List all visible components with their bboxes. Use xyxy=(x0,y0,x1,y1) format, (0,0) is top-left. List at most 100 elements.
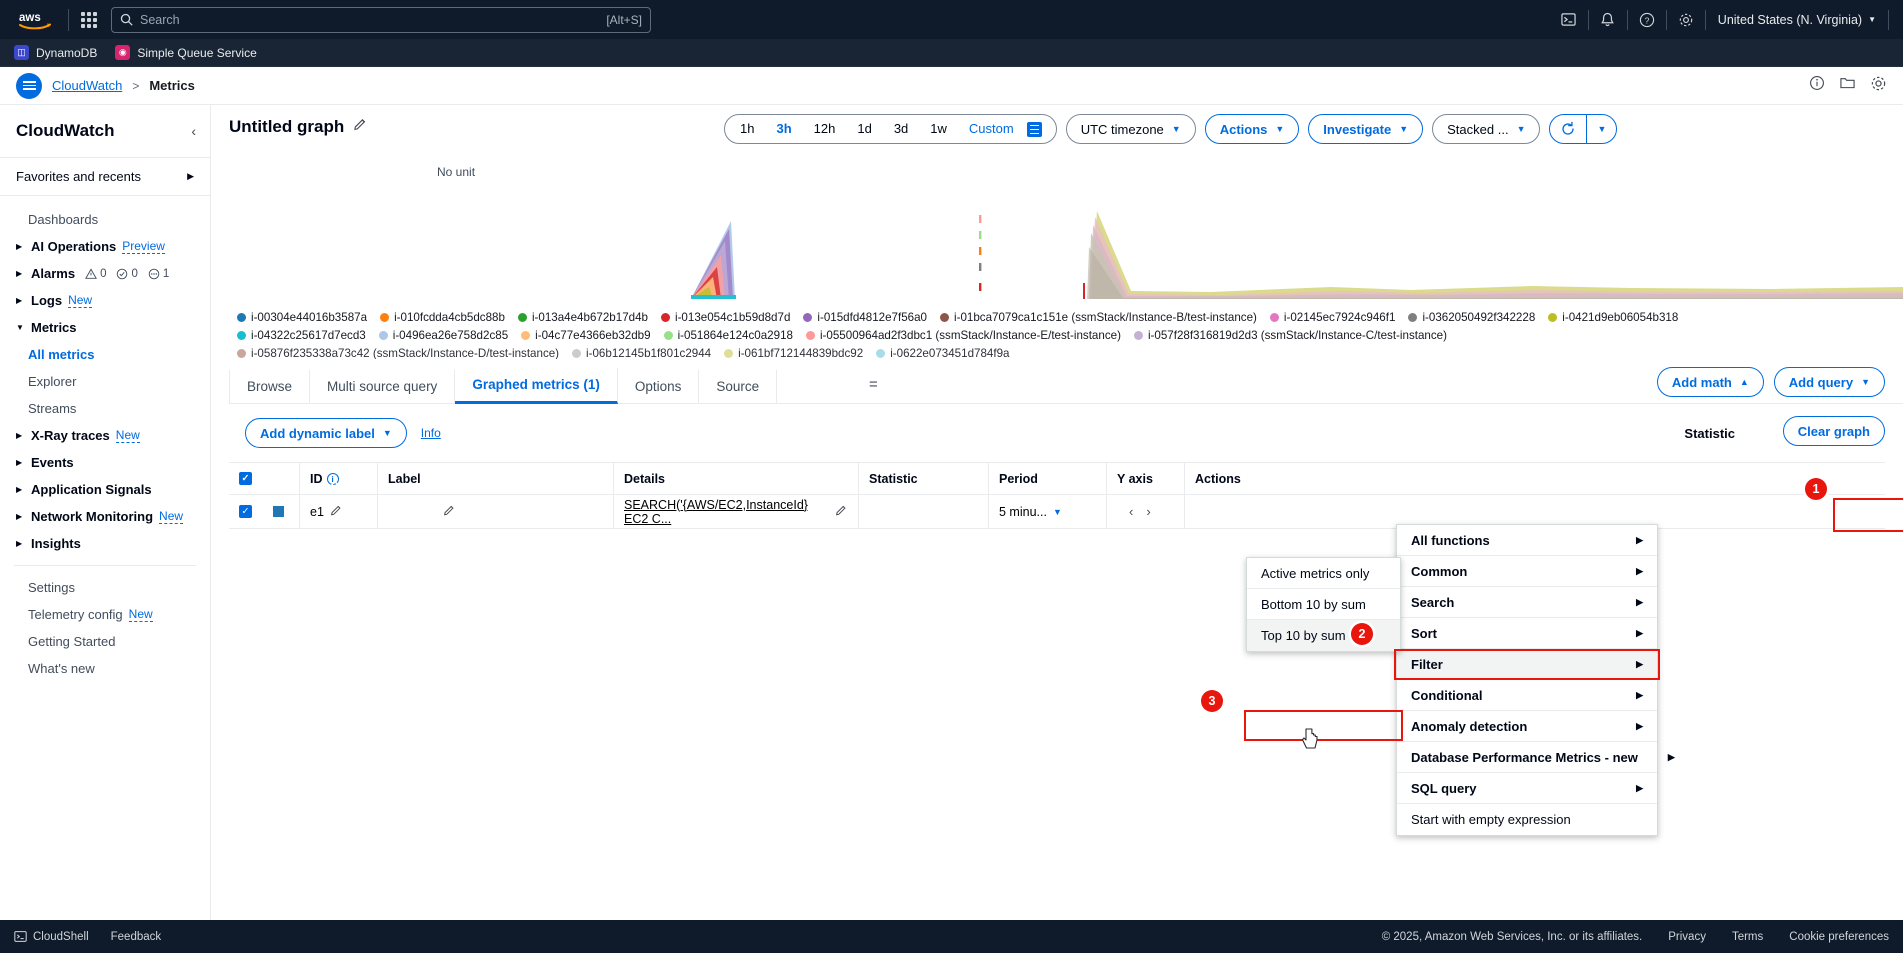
feedback-link[interactable]: Feedback xyxy=(111,931,162,943)
sidebar-item-xray-traces[interactable]: ▶ X-Ray traces New xyxy=(0,422,210,449)
menu-item-sql-query[interactable]: SQL query ▶ xyxy=(1397,773,1657,804)
time-range-1d[interactable]: 1d xyxy=(846,115,882,143)
clear-graph-button[interactable]: Clear graph xyxy=(1783,416,1885,446)
settings-icon[interactable] xyxy=(1667,0,1705,39)
row-statistic-cell[interactable] xyxy=(858,495,988,528)
chevron-left-icon[interactable]: ‹ xyxy=(191,123,196,139)
sidebar-item-explorer[interactable]: Explorer xyxy=(0,368,210,395)
legend-item[interactable]: i-00304e44016b3587a xyxy=(237,311,367,324)
add-query-button[interactable]: Add query ▼ xyxy=(1774,367,1885,397)
menu-item-database-performance-metrics[interactable]: Database Performance Metrics - new ▶ xyxy=(1397,742,1657,773)
time-range-1w[interactable]: 1w xyxy=(919,115,958,143)
submenu-item-bottom-10-by-sum[interactable]: Bottom 10 by sum xyxy=(1247,589,1400,620)
calendar-icon[interactable] xyxy=(1027,122,1042,137)
info-link[interactable]: Info xyxy=(421,426,441,440)
view-mode-selector[interactable]: Stacked ... ▼ xyxy=(1432,114,1540,144)
tab-multi-source-query[interactable]: Multi source query xyxy=(310,370,455,403)
cloudshell-icon[interactable] xyxy=(1550,0,1588,39)
time-range-custom[interactable]: Custom xyxy=(958,115,1025,143)
fav-item-dynamodb[interactable]: ◫ DynamoDB xyxy=(14,45,97,60)
sidebar-item-streams[interactable]: Streams xyxy=(0,395,210,422)
cloudshell-button[interactable]: CloudShell xyxy=(14,930,89,943)
submenu-item-top-10-by-sum[interactable]: Top 10 by sum xyxy=(1247,620,1400,651)
menu-item-sort[interactable]: Sort ▶ xyxy=(1397,618,1657,649)
region-selector[interactable]: United States (N. Virginia) ▼ xyxy=(1706,0,1888,39)
sidebar-item-application-signals[interactable]: ▶ Application Signals xyxy=(0,476,210,503)
investigate-button[interactable]: Investigate ▼ xyxy=(1308,114,1423,144)
help-icon[interactable]: ? xyxy=(1628,0,1666,39)
chevron-down-icon[interactable]: ▼ xyxy=(1053,507,1062,517)
legend-item[interactable]: i-01bca7079ca1c151e (ssmStack/Instance-B… xyxy=(940,311,1257,324)
select-all-checkbox[interactable] xyxy=(239,472,252,485)
tab-graphed-metrics[interactable]: Graphed metrics (1) xyxy=(455,368,618,404)
legend-item[interactable]: i-02145ec7924c946f1 xyxy=(1270,311,1396,324)
add-dynamic-label-button[interactable]: Add dynamic label ▼ xyxy=(245,418,407,448)
sidebar-item-settings[interactable]: Settings xyxy=(0,574,210,601)
legend-item[interactable]: i-061bf712144839bdc92 xyxy=(724,347,863,359)
breadcrumb-cloudwatch[interactable]: CloudWatch xyxy=(52,78,122,93)
menu-item-conditional[interactable]: Conditional ▶ xyxy=(1397,680,1657,711)
refresh-icon[interactable] xyxy=(1550,115,1586,143)
sidebar-item-telemetry-config[interactable]: Telemetry config New xyxy=(0,601,210,628)
pencil-icon[interactable] xyxy=(330,504,343,520)
menu-item-search[interactable]: Search ▶ xyxy=(1397,587,1657,618)
refresh-options-dropdown[interactable]: ▼ xyxy=(1586,115,1616,143)
legend-item[interactable]: i-0622e073451d784f9a xyxy=(876,347,1009,359)
time-range-3d[interactable]: 3d xyxy=(883,115,919,143)
legend-item[interactable]: i-0496ea26e758d2c85 xyxy=(379,329,508,342)
menu-item-common[interactable]: Common ▶ xyxy=(1397,556,1657,587)
search-input[interactable]: Search [Alt+S] xyxy=(111,7,651,33)
metrics-chart[interactable]: No unit xyxy=(211,159,1903,307)
menu-item-anomaly-detection[interactable]: Anomaly detection ▶ xyxy=(1397,711,1657,742)
tab-browse[interactable]: Browse xyxy=(229,370,310,403)
row-checkbox[interactable] xyxy=(239,505,252,518)
pencil-icon[interactable] xyxy=(353,117,368,137)
sidebar-item-getting-started[interactable]: Getting Started xyxy=(0,628,210,655)
sidebar-item-favorites[interactable]: Favorites and recents ▶ xyxy=(0,160,210,193)
pencil-icon[interactable] xyxy=(443,504,456,520)
row-details-value[interactable]: SEARCH('{AWS/EC2,InstanceId} EC2 C... xyxy=(624,498,827,526)
menu-item-all-functions[interactable]: All functions ▶ xyxy=(1397,525,1657,556)
legend-item[interactable]: i-013e054c1b59d8d7d xyxy=(661,311,790,324)
privacy-link[interactable]: Privacy xyxy=(1668,931,1706,943)
legend-item[interactable]: i-0362050492f342228 xyxy=(1408,311,1535,324)
chevron-right-icon[interactable]: › xyxy=(1146,504,1150,519)
sidebar-item-insights[interactable]: ▶ Insights xyxy=(0,530,210,557)
sidebar-item-logs[interactable]: ▶ Logs New xyxy=(0,287,210,314)
legend-item[interactable]: i-06b12145b1f801c2944 xyxy=(572,347,711,359)
terms-link[interactable]: Terms xyxy=(1732,931,1763,943)
tab-options[interactable]: Options xyxy=(618,370,700,403)
legend-item[interactable]: i-04322c25617d7ecd3 xyxy=(237,329,366,342)
legend-item[interactable]: i-051864e124c0a2918 xyxy=(664,329,793,342)
chevron-left-icon[interactable]: ‹ xyxy=(1129,504,1133,519)
folder-icon[interactable] xyxy=(1839,75,1856,96)
aws-logo[interactable]: aws xyxy=(14,8,56,32)
row-period-cell[interactable]: 5 minu... ▼ xyxy=(988,495,1106,528)
info-icon[interactable]: i xyxy=(327,473,339,485)
add-math-button[interactable]: Add math ▲ xyxy=(1657,367,1764,397)
time-range-3h[interactable]: 3h xyxy=(765,115,802,143)
bell-icon[interactable] xyxy=(1589,0,1627,39)
submenu-item-active-metrics-only[interactable]: Active metrics only xyxy=(1247,558,1400,589)
legend-item[interactable]: i-010fcdda4cb5dc88b xyxy=(380,311,505,324)
sidebar-item-whats-new[interactable]: What's new xyxy=(0,655,210,682)
tab-source[interactable]: Source xyxy=(699,370,777,403)
sidebar-item-dashboards[interactable]: Dashboards xyxy=(0,206,210,233)
legend-item[interactable]: i-05876f235338a73c42 (ssmStack/Instance-… xyxy=(237,347,559,359)
legend-item[interactable]: i-0421d9eb06054b318 xyxy=(1548,311,1678,324)
timezone-selector[interactable]: UTC timezone ▼ xyxy=(1066,114,1196,144)
sidebar-item-metrics[interactable]: ▼ Metrics xyxy=(0,314,210,341)
sidebar-item-events[interactable]: ▶ Events xyxy=(0,449,210,476)
app-grid-icon[interactable] xyxy=(81,12,97,28)
time-range-1h[interactable]: 1h xyxy=(729,115,765,143)
settings-gear-icon[interactable] xyxy=(1870,75,1887,97)
pencil-icon[interactable] xyxy=(835,504,848,520)
legend-item[interactable]: i-013a4e4b672b17d4b xyxy=(518,311,648,324)
fav-item-sqs[interactable]: ◉ Simple Queue Service xyxy=(115,45,256,60)
series-color-swatch[interactable] xyxy=(273,506,284,517)
time-range-12h[interactable]: 12h xyxy=(803,115,847,143)
legend-item[interactable]: i-04c77e4366eb32db9 xyxy=(521,329,650,342)
legend-item[interactable]: i-05500964ad2f3dbc1 (ssmStack/Instance-E… xyxy=(806,329,1121,342)
menu-item-start-with-empty-expression[interactable]: Start with empty expression xyxy=(1397,804,1657,835)
sidebar-item-network-monitoring[interactable]: ▶ Network Monitoring New xyxy=(0,503,210,530)
